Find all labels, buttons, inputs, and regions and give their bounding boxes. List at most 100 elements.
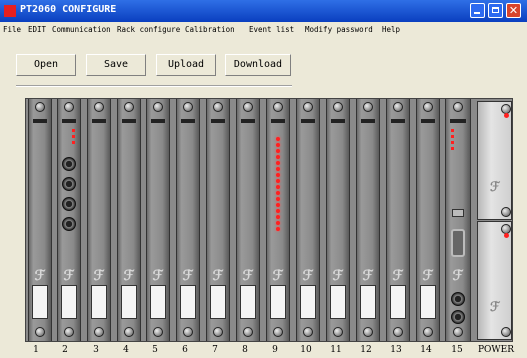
menu-bar: File EDIT Communication Rack configure C…: [0, 22, 527, 38]
menu-communication[interactable]: Communication: [52, 25, 111, 34]
power-supply-1[interactable]: ℱ: [477, 101, 512, 220]
card-label: [181, 119, 195, 123]
slot-number: 4: [123, 345, 129, 355]
channel-led: [276, 137, 280, 141]
status-led: [451, 129, 454, 132]
logo-icon: ℱ: [34, 268, 46, 284]
channel-led: [276, 161, 280, 165]
card-label: [33, 119, 47, 123]
reset-button[interactable]: [452, 209, 464, 217]
channel-led: [276, 173, 280, 177]
slot-number: 12: [360, 345, 372, 355]
card-label: [331, 119, 345, 123]
bnc-connector-icon: [62, 217, 76, 231]
card-window: [180, 285, 196, 319]
card-window: [330, 285, 346, 319]
slot-card-14[interactable]: ℱ: [416, 99, 440, 341]
logo-icon: ℱ: [93, 268, 105, 284]
slot-card-3[interactable]: ℱ: [87, 99, 111, 341]
slot-number: 3: [93, 345, 99, 355]
channel-led: [276, 215, 280, 219]
screw-icon: [453, 327, 463, 337]
slot-card-6[interactable]: ℱ: [176, 99, 200, 341]
card-window: [150, 285, 166, 319]
slot-card-4[interactable]: ℱ: [117, 99, 141, 341]
save-button[interactable]: Save: [86, 54, 146, 76]
slot-card-15[interactable]: ℱ: [445, 99, 471, 341]
slot-card-1[interactable]: ℱ: [28, 99, 52, 341]
logo-icon: ℱ: [302, 268, 314, 284]
status-led: [72, 135, 75, 138]
channel-led: [276, 197, 280, 201]
menu-rack-configure[interactable]: Rack configure: [117, 25, 180, 34]
card-label: [241, 119, 255, 123]
slot-card-11[interactable]: ℱ: [326, 99, 350, 341]
download-button[interactable]: Download: [225, 54, 291, 76]
card-label: [301, 119, 315, 123]
logo-icon: ℱ: [272, 268, 284, 284]
power-label-icon: [484, 136, 510, 146]
logo-icon: ℱ: [490, 300, 501, 315]
status-led: [72, 141, 75, 144]
screw-icon: [213, 327, 223, 337]
card-window: [420, 285, 436, 319]
channel-led: [276, 191, 280, 195]
channel-led: [276, 227, 280, 231]
channel-led: [276, 185, 280, 189]
maximize-icon[interactable]: [488, 3, 503, 18]
slot-card-8[interactable]: ℱ: [236, 99, 260, 341]
screw-icon: [501, 207, 511, 217]
upload-button[interactable]: Upload: [156, 54, 216, 76]
slot-number-power: POWER: [477, 345, 515, 355]
card-window: [32, 285, 48, 319]
bnc-connector-icon: [451, 310, 465, 324]
card-label: [271, 119, 285, 123]
bnc-connector-icon: [62, 157, 76, 171]
slot-card-5[interactable]: ℱ: [146, 99, 170, 341]
bnc-connector-icon: [451, 292, 465, 306]
slot-card-12[interactable]: ℱ: [356, 99, 380, 341]
open-button[interactable]: Open: [16, 54, 76, 76]
menu-event-list[interactable]: Event list: [249, 25, 294, 34]
screw-icon: [153, 327, 163, 337]
channel-led: [276, 149, 280, 153]
screw-icon: [333, 327, 343, 337]
screw-icon: [273, 327, 283, 337]
slot-number: 14: [420, 345, 432, 355]
logo-icon: ℱ: [152, 268, 164, 284]
menu-help[interactable]: Help: [382, 25, 400, 34]
slot-number: 9: [272, 345, 278, 355]
menu-file[interactable]: File: [3, 25, 21, 34]
minimize-icon[interactable]: [470, 3, 485, 18]
slot-card-9[interactable]: ℱ: [266, 99, 290, 341]
serial-port-icon: [451, 229, 465, 257]
status-led: [451, 135, 454, 138]
power-supply-2[interactable]: ℱ: [477, 221, 512, 340]
menu-modify-password[interactable]: Modify password: [305, 25, 373, 34]
menu-edit[interactable]: EDIT: [28, 25, 46, 34]
slot-card-2[interactable]: ℱ: [57, 99, 81, 341]
slot-card-13[interactable]: ℱ: [386, 99, 410, 341]
menu-calibration[interactable]: Calibration: [185, 25, 235, 34]
close-icon[interactable]: ✕: [506, 3, 521, 18]
slot-number: 11: [330, 345, 342, 355]
slot-card-10[interactable]: ℱ: [296, 99, 320, 341]
screw-icon: [213, 102, 223, 112]
channel-led: [276, 143, 280, 147]
screw-icon: [453, 102, 463, 112]
slot-card-7[interactable]: ℱ: [206, 99, 230, 341]
channel-led: [276, 221, 280, 225]
card-label: [122, 119, 136, 123]
slot-number: 10: [300, 345, 312, 355]
slot-number: 1: [33, 345, 39, 355]
card-window: [360, 285, 376, 319]
channel-led: [276, 155, 280, 159]
slot-number: 5: [152, 345, 158, 355]
logo-icon: ℱ: [332, 268, 344, 284]
title-bar: PT2060 CONFIGURE ✕: [0, 0, 527, 22]
logo-icon: ℱ: [362, 268, 374, 284]
screw-icon: [183, 327, 193, 337]
channel-led: [276, 167, 280, 171]
screw-icon: [243, 102, 253, 112]
screw-icon: [243, 327, 253, 337]
